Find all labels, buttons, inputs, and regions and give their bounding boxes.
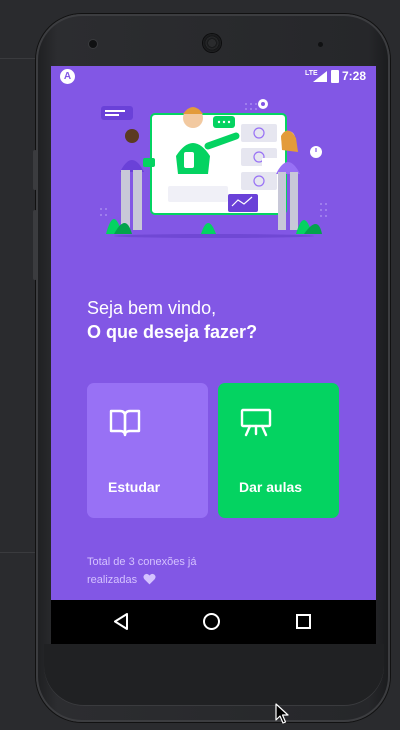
- greeting-line: Seja bem vindo,: [87, 298, 217, 318]
- background-line: [0, 552, 36, 553]
- sensor: [318, 42, 323, 47]
- battery-icon: [331, 70, 339, 83]
- background-line: [0, 58, 36, 59]
- phone-chin: [44, 644, 384, 706]
- android-navigation-bar: [51, 600, 376, 644]
- mouse-cursor-icon: [275, 703, 289, 724]
- study-button-label: Estudar: [108, 479, 161, 495]
- welcome-text: Seja bem vindo, O que deseja fazer?: [87, 296, 257, 344]
- study-button[interactable]: Estudar: [87, 383, 208, 518]
- presentation-board-icon: [240, 408, 272, 437]
- connections-text-end: realizadas: [87, 574, 138, 586]
- home-circle-icon[interactable]: [203, 613, 220, 630]
- signal-icon: [313, 71, 327, 82]
- connections-text: Total de 3 conexões já: [87, 556, 197, 568]
- book-open-icon: [109, 409, 141, 437]
- back-triangle-icon[interactable]: [114, 613, 129, 630]
- power-button: [33, 210, 37, 280]
- front-camera: [89, 40, 97, 48]
- connections-counter: Total de 3 conexões já realizadas: [87, 553, 237, 589]
- status-bar: A LTE 7:28: [51, 66, 376, 86]
- app-screen: A LTE 7:28 Seja bem vindo, O que deseja …: [51, 66, 376, 600]
- give-classes-button-label: Dar aulas: [239, 479, 303, 495]
- give-classes-button[interactable]: Dar aulas: [218, 383, 339, 518]
- speaker-grill: [203, 34, 221, 52]
- greeting-question: O que deseja fazer?: [87, 322, 258, 342]
- recents-square-icon[interactable]: [296, 614, 311, 629]
- volume-button: [33, 150, 37, 190]
- proffy-logo-icon: A: [60, 69, 75, 84]
- status-time: 7:28: [342, 69, 367, 83]
- landing-illustration: [100, 99, 327, 238]
- heart-icon: [143, 573, 156, 585]
